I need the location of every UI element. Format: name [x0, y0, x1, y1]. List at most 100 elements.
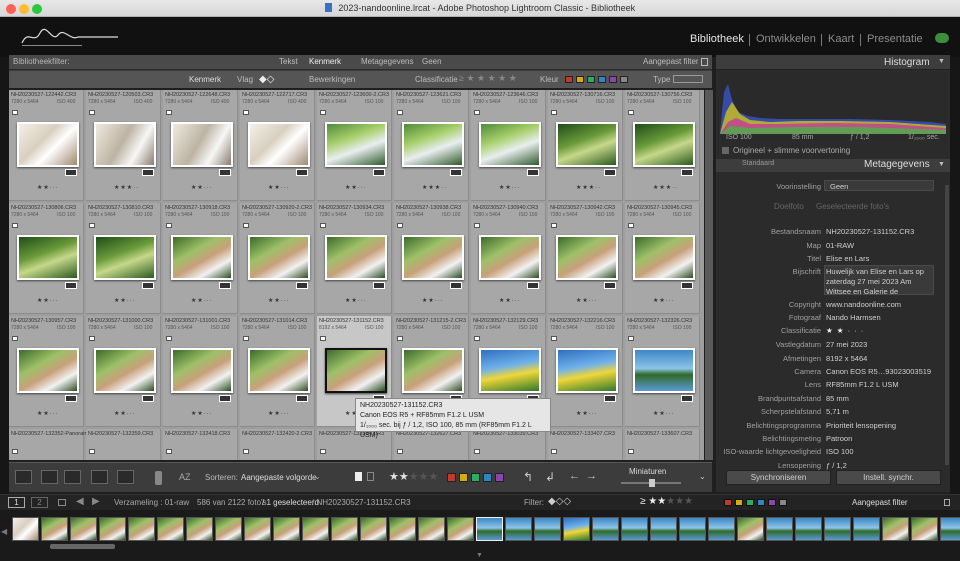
filmstrip-thumbnail[interactable] — [244, 517, 271, 541]
photo-thumbnail[interactable] — [248, 122, 310, 167]
metadata-value[interactable]: www.nandoonline.com — [826, 300, 901, 309]
cell-rating-stars[interactable]: ★★··· — [191, 410, 213, 417]
cell-rating-stars[interactable]: ★★★·· — [576, 184, 601, 191]
sort-dropdown[interactable]: Aangepaste volgorde — [241, 473, 317, 482]
flag-badge-icon[interactable] — [166, 449, 172, 454]
grid-cell[interactable]: NH20230527-131014.CR3 7280 x 5464 ISO 100 ★… — [240, 316, 315, 427]
photo-thumbnail[interactable] — [325, 348, 387, 393]
flag-badge-icon[interactable] — [243, 336, 249, 341]
flag-badge-icon[interactable] — [551, 223, 557, 228]
grid-cell[interactable]: NH20230527-130806.CR3 7280 x 5464 ISO 100 ★… — [9, 203, 84, 314]
filmstrip-thumbnail[interactable] — [302, 517, 329, 541]
filmstrip-thumbnail[interactable] — [795, 517, 822, 541]
edit-badge-icon[interactable] — [681, 169, 693, 176]
flag-badge-icon[interactable] — [551, 110, 557, 115]
filmstrip-thumbnail[interactable] — [331, 517, 358, 541]
photo-thumbnail[interactable] — [17, 348, 79, 393]
cell-rating-stars[interactable]: ★★··· — [576, 297, 598, 304]
close-window-button[interactable] — [6, 4, 16, 14]
flag-badge-icon[interactable] — [628, 223, 634, 228]
color-label-button[interactable] — [447, 473, 456, 482]
edit-badge-icon[interactable] — [142, 395, 154, 402]
cell-rating-stars[interactable]: ★★★·· — [422, 184, 447, 191]
grid-cell[interactable]: NH20230527-130716.CR3 7280 x 5464 ISO 100 ★… — [548, 90, 623, 201]
color-label-button[interactable] — [483, 473, 492, 482]
metadata-preset-dropdown[interactable]: Standaard — [742, 160, 774, 167]
photo-thumbnail[interactable] — [479, 235, 541, 280]
people-view-button[interactable] — [117, 470, 134, 484]
bottom-panel-triangle-icon[interactable]: ▼ — [476, 552, 483, 559]
flag-badge-icon[interactable] — [12, 449, 18, 454]
rating-filter-stars[interactable]: ≥ ★★★★★ — [640, 496, 693, 507]
grid-view-button[interactable] — [15, 470, 32, 484]
current-file[interactable]: / NH20230527-131152.CR3 — [312, 498, 411, 507]
grid-cell[interactable]: NH20230527-123621.CR3 7280 x 5464 ISO 100 ★… — [394, 90, 469, 201]
flag-badge-icon[interactable] — [166, 223, 172, 228]
photo-thumbnail[interactable] — [171, 235, 233, 280]
grid-mini-icon[interactable] — [58, 499, 66, 506]
collection-label[interactable]: Verzameling : 01-raw — [114, 498, 189, 507]
filmstrip-thumbnail[interactable] — [679, 517, 706, 541]
photo-thumbnail[interactable] — [479, 348, 541, 393]
grid-cell[interactable]: NH20230527-130945.CR3 7280 x 5464 ISO 100 ★… — [625, 203, 700, 314]
photo-thumbnail[interactable] — [171, 122, 233, 167]
cell-rating-stars[interactable]: ★★··· — [114, 410, 136, 417]
filter-tab-none[interactable]: Geen — [422, 57, 442, 66]
window-page-1-button[interactable]: 1 — [8, 497, 25, 508]
flag-badge-icon[interactable] — [628, 336, 634, 341]
filmstrip-thumbnail[interactable] — [128, 517, 155, 541]
cell-rating-stars[interactable]: ★★★·· — [114, 184, 139, 191]
flag-badge-icon[interactable] — [89, 223, 95, 228]
edit-badge-icon[interactable] — [373, 282, 385, 289]
color-filter-swatch[interactable] — [746, 499, 754, 506]
grid-cell[interactable]: NH20230527-132352-Panorama — [9, 429, 91, 460]
back-arrow-icon[interactable]: ◀ — [76, 496, 84, 507]
rating-filter-stars[interactable]: ≥ ★ ★ ★ ★ ★ — [459, 73, 517, 84]
edit-badge-icon[interactable] — [450, 169, 462, 176]
grid-cell[interactable]: NH20230527-120503.CR3 7280 x 5464 ISO 400 ★… — [86, 90, 161, 201]
edit-badge-icon[interactable] — [450, 282, 462, 289]
flag-badge-icon[interactable] — [243, 223, 249, 228]
filmstrip-thumbnail[interactable] — [882, 517, 909, 541]
maximize-window-button[interactable] — [32, 4, 42, 14]
edit-badge-icon[interactable] — [296, 282, 308, 289]
previous-photo-icon[interactable]: ← — [569, 470, 580, 482]
filmstrip-thumbnail[interactable] — [70, 517, 97, 541]
photo-thumbnail[interactable] — [94, 235, 156, 280]
photo-thumbnail[interactable] — [633, 235, 695, 280]
filmstrip-thumbnail[interactable] — [186, 517, 213, 541]
module-slideshow[interactable]: Presentatie — [867, 33, 923, 45]
rotate-right-icon[interactable]: ↲ — [545, 470, 555, 484]
filmstrip-thumbnail[interactable] — [592, 517, 619, 541]
filmstrip-thumbnail[interactable] — [41, 517, 68, 541]
right-panel-scrollbar[interactable] — [945, 185, 949, 465]
histogram-header[interactable]: Histogram ▼ — [716, 55, 950, 70]
flag-badge-icon[interactable] — [397, 336, 403, 341]
photo-thumbnail[interactable] — [17, 122, 79, 167]
color-label-button[interactable] — [495, 473, 504, 482]
compare-view-button[interactable] — [64, 470, 81, 484]
toolbar-menu-chevron-icon[interactable]: ⌄ — [699, 472, 706, 481]
rotate-left-icon[interactable]: ↰ — [523, 470, 533, 484]
filmstrip-thumbnail[interactable] — [273, 517, 300, 541]
grid-cell[interactable]: NH20230527-132216.CR3 7280 x 5464 ISO 100 ★… — [548, 316, 623, 427]
spray-can-icon[interactable] — [155, 471, 162, 485]
filmstrip-thumbnail[interactable] — [389, 517, 416, 541]
next-photo-icon[interactable]: → — [586, 470, 597, 482]
grid-scrollbar[interactable] — [705, 90, 713, 460]
flag-badge-icon[interactable] — [12, 336, 18, 341]
grid-cell[interactable]: NH20230527-132418.CR3 — [163, 429, 238, 460]
filmstrip-thumbnail[interactable] — [360, 517, 387, 541]
grid-cell[interactable]: NH20230527-123646.CR3 7280 x 5464 ISO 100 ★… — [471, 90, 546, 201]
flag-badge-icon[interactable] — [474, 336, 480, 341]
flag-badge-icon[interactable] — [397, 449, 403, 454]
color-filter-swatch[interactable] — [768, 499, 776, 506]
type-filter-icon[interactable] — [673, 75, 703, 83]
rating-stars[interactable]: ★★★★★ — [389, 470, 438, 483]
grid-cell[interactable]: NH20230527-122648.CR3 7280 x 5464 ISO 400 ★… — [163, 90, 238, 201]
filter-lock-icon[interactable] — [944, 499, 950, 506]
photo-thumbnail[interactable] — [556, 348, 618, 393]
photo-thumbnail[interactable] — [248, 235, 310, 280]
module-library[interactable]: Bibliotheek — [690, 33, 744, 45]
filmstrip-thumbnail[interactable] — [215, 517, 242, 541]
